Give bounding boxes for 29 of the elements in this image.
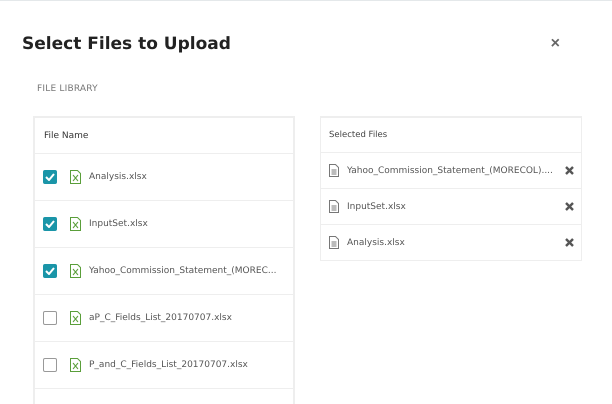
file-name: InputSet.xlsx bbox=[347, 202, 407, 212]
document-icon bbox=[329, 236, 339, 249]
checkbox[interactable] bbox=[43, 217, 57, 231]
remove-icon[interactable] bbox=[565, 202, 574, 211]
spreadsheet-file-icon bbox=[70, 170, 81, 184]
checkbox[interactable] bbox=[43, 170, 57, 184]
close-button[interactable]: × bbox=[548, 35, 562, 53]
file-name: Analysis.xlsx bbox=[347, 238, 406, 248]
file-name: Analysis.xlsx bbox=[89, 172, 147, 182]
remove-icon[interactable] bbox=[565, 166, 574, 175]
spreadsheet-file-icon bbox=[70, 217, 81, 231]
file-name: Yahoo_Commission_Statement_(MORECOL).... bbox=[347, 166, 554, 176]
column-header: File Name bbox=[44, 130, 88, 140]
file-name: InputSet.xlsx bbox=[89, 219, 148, 229]
document-icon bbox=[329, 200, 339, 213]
checkbox[interactable] bbox=[43, 264, 57, 278]
dialog-title: Select Files to Upload bbox=[22, 34, 231, 54]
checkbox[interactable] bbox=[43, 311, 57, 325]
document-icon bbox=[329, 164, 339, 177]
file-name: P_and_C_Fields_List_20170707.xlsx bbox=[89, 360, 248, 370]
file-name: aP_C_Fields_List_20170707.xlsx bbox=[89, 313, 232, 323]
section-heading: FILE LIBRARY bbox=[37, 84, 99, 94]
spreadsheet-file-icon bbox=[70, 264, 81, 278]
panel-heading: Selected Files bbox=[329, 130, 388, 140]
checkbox[interactable] bbox=[43, 358, 57, 372]
spreadsheet-file-icon bbox=[70, 358, 81, 372]
spreadsheet-file-icon bbox=[70, 311, 81, 325]
file-name: Yahoo_Commission_Statement_(MOREC... bbox=[89, 266, 276, 276]
remove-icon[interactable] bbox=[565, 238, 574, 247]
